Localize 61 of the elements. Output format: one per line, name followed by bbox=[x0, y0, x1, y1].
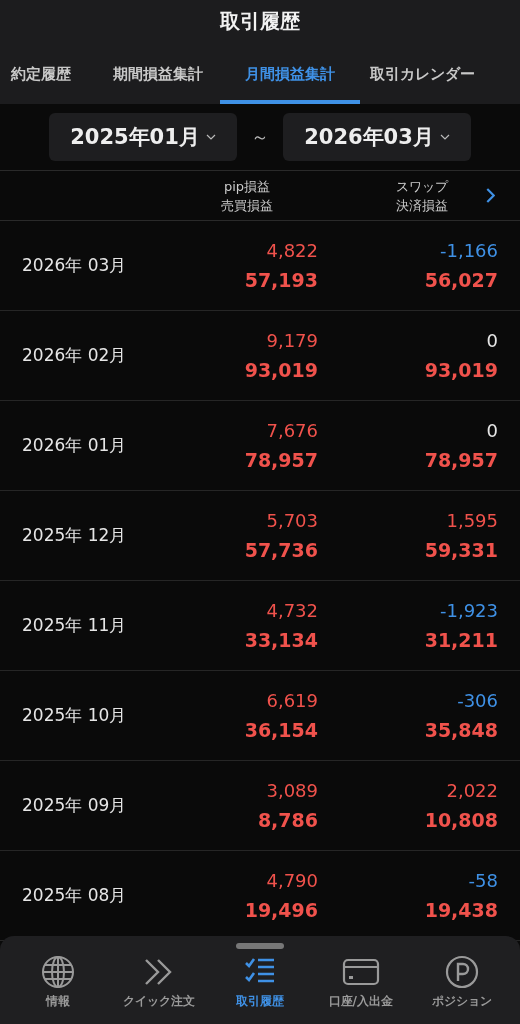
amount-value: 57,193 bbox=[243, 269, 318, 291]
amount-value: 9,179 bbox=[265, 330, 318, 351]
range-separator: ～ bbox=[251, 125, 269, 149]
chevron-down-icon bbox=[205, 134, 216, 140]
nav-item[interactable]: クイック注文 bbox=[109, 955, 210, 1010]
amount-value: 31,211 bbox=[423, 629, 498, 651]
amount-value: 4,790 bbox=[265, 870, 318, 891]
tab[interactable]: 期間損益集計 bbox=[96, 48, 220, 104]
month-label: 2025年 09月 bbox=[22, 794, 127, 817]
month-label: 2026年 01月 bbox=[22, 434, 127, 457]
amount-value: 35,848 bbox=[423, 719, 498, 741]
amount-value: 5,703 bbox=[265, 510, 318, 531]
amount-value: 4,822 bbox=[265, 240, 318, 261]
amount-value: 78,957 bbox=[423, 449, 498, 471]
month-label: 2026年 03月 bbox=[22, 254, 127, 277]
amount-value: 19,438 bbox=[423, 899, 498, 921]
month-label: 2025年 12月 bbox=[22, 524, 127, 547]
amount-value: 36,154 bbox=[243, 719, 318, 741]
amount-value: 6,619 bbox=[265, 690, 318, 711]
month-picker[interactable]: 2025年01月 bbox=[49, 113, 237, 161]
parking-circle-icon bbox=[444, 955, 479, 989]
amount-value: 19,496 bbox=[243, 899, 318, 921]
drag-handle[interactable] bbox=[236, 943, 284, 949]
amount-value: 93,019 bbox=[243, 359, 318, 381]
month-label: 2025年 10月 bbox=[22, 704, 127, 727]
amount-value: 7,676 bbox=[265, 420, 318, 441]
amount-value: 57,736 bbox=[243, 539, 318, 561]
amount-value: 56,027 bbox=[423, 269, 498, 291]
amount-value: 8,786 bbox=[256, 809, 318, 831]
amount-value: 3,089 bbox=[265, 780, 318, 801]
amount-value: -58 bbox=[467, 870, 498, 891]
nav-item[interactable]: 口座/入出金 bbox=[310, 955, 411, 1010]
nav-item[interactable]: 取引履歴 bbox=[210, 955, 310, 1010]
amount-value: 59,331 bbox=[423, 539, 498, 561]
chevron-right-icon[interactable] bbox=[486, 188, 495, 203]
column-header: スワップ 決済損益 bbox=[395, 177, 450, 215]
tab[interactable]: 取引カレンダー bbox=[360, 48, 485, 104]
amount-value: 0 bbox=[485, 420, 498, 441]
amount-value: 78,957 bbox=[243, 449, 318, 471]
amount-value: 1,595 bbox=[445, 510, 498, 531]
globe-icon bbox=[41, 955, 76, 989]
amount-value: -1,166 bbox=[438, 240, 498, 261]
amount-value: 2,022 bbox=[445, 780, 498, 801]
chevron-down-icon bbox=[439, 134, 450, 140]
tab[interactable]: 月間損益集計 bbox=[220, 48, 360, 104]
amount-value: 0 bbox=[485, 330, 498, 351]
nav-item[interactable]: 情報 bbox=[8, 955, 109, 1010]
amount-value: -1,923 bbox=[438, 600, 498, 621]
amount-value: -306 bbox=[456, 690, 498, 711]
column-header: pip損益 売買損益 bbox=[220, 177, 274, 215]
month-picker[interactable]: 2026年03月 bbox=[283, 113, 471, 161]
amount-value: 33,134 bbox=[243, 629, 318, 651]
nav-item[interactable]: ポジション bbox=[411, 955, 512, 1010]
month-label: 2025年 08月 bbox=[22, 884, 127, 907]
tab[interactable]: 約定履歴 bbox=[0, 48, 96, 104]
month-label: 2025年 11月 bbox=[22, 614, 127, 637]
screen-title: 取引履歴 bbox=[219, 8, 301, 35]
amount-value: 4,732 bbox=[265, 600, 318, 621]
amount-value: 10,808 bbox=[423, 809, 498, 831]
amount-value: 93,019 bbox=[423, 359, 498, 381]
month-label: 2026年 02月 bbox=[22, 344, 127, 367]
